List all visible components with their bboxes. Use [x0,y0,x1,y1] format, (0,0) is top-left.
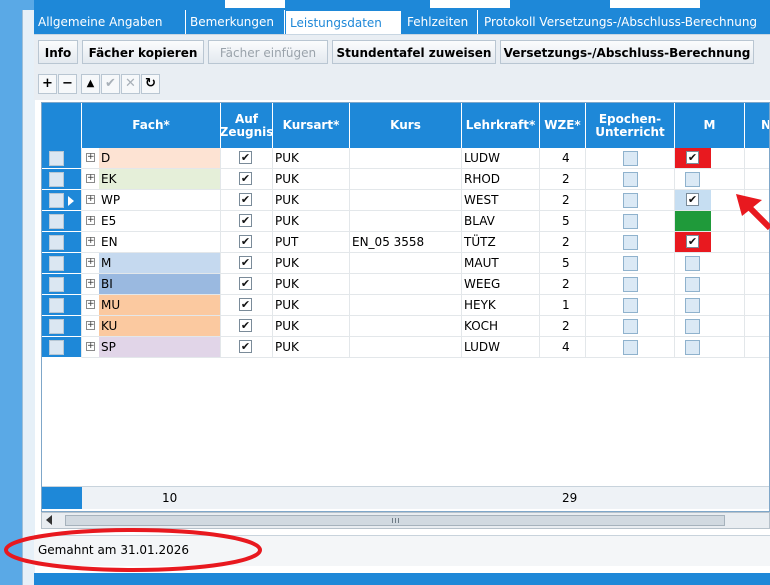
annotation-ellipse [4,528,262,572]
annotation-overlay [4,194,770,572]
